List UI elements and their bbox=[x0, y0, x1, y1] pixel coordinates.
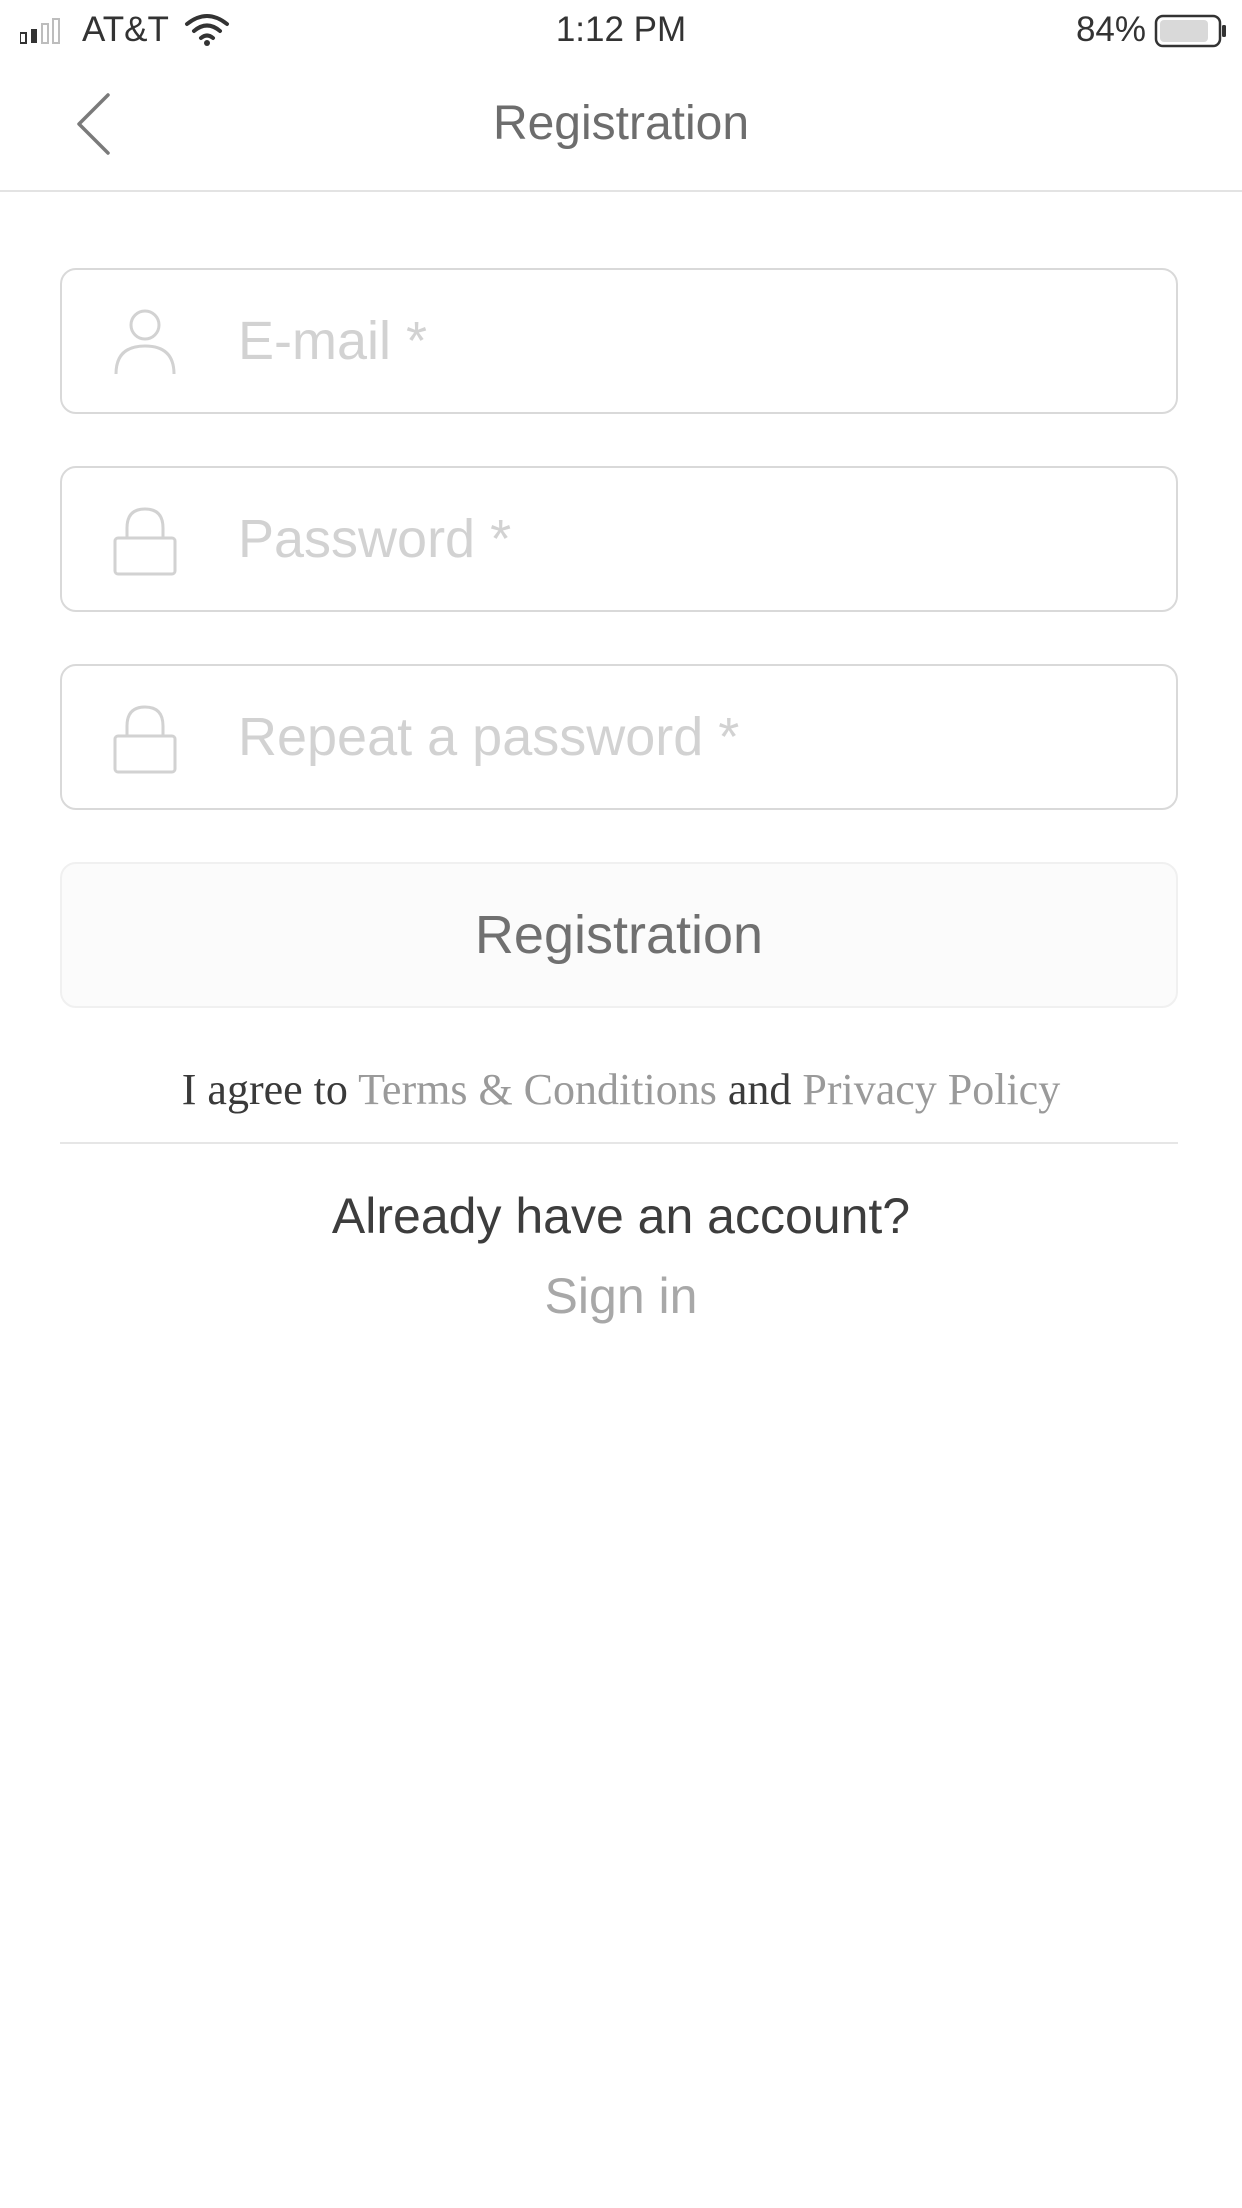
user-icon bbox=[114, 309, 176, 375]
divider bbox=[60, 1142, 1178, 1144]
status-time: 1:12 PM bbox=[555, 10, 687, 49]
agreement-prefix: I agree to bbox=[181, 1065, 348, 1114]
page-title: Registration bbox=[492, 97, 750, 150]
terms-link[interactable]: Terms & Conditions bbox=[358, 1065, 717, 1114]
password-field[interactable] bbox=[238, 468, 1138, 610]
nav-bar: Registration bbox=[0, 60, 1242, 192]
lock-icon bbox=[113, 705, 177, 774]
sign-in-link[interactable]: Sign in bbox=[521, 1264, 721, 1328]
battery-icon bbox=[1154, 14, 1226, 48]
registration-button[interactable]: Registration bbox=[60, 862, 1178, 1008]
battery-percent: 84% bbox=[1075, 10, 1146, 49]
status-bar: AT&T 1:12 PM 84% bbox=[0, 0, 1242, 60]
password-field-container bbox=[60, 466, 1178, 612]
repeat-password-field[interactable] bbox=[238, 666, 1138, 808]
privacy-link[interactable]: Privacy Policy bbox=[802, 1065, 1060, 1114]
agreement-text: I agree to Terms & Conditions and Privac… bbox=[0, 1060, 1242, 1120]
already-have-account-text: Already have an account? bbox=[331, 1188, 911, 1244]
email-field-container bbox=[60, 268, 1178, 414]
lock-icon bbox=[113, 507, 177, 576]
agreement-conjunction: and bbox=[727, 1065, 792, 1114]
email-field[interactable] bbox=[238, 270, 1138, 412]
repeat-password-field-container bbox=[60, 664, 1178, 810]
